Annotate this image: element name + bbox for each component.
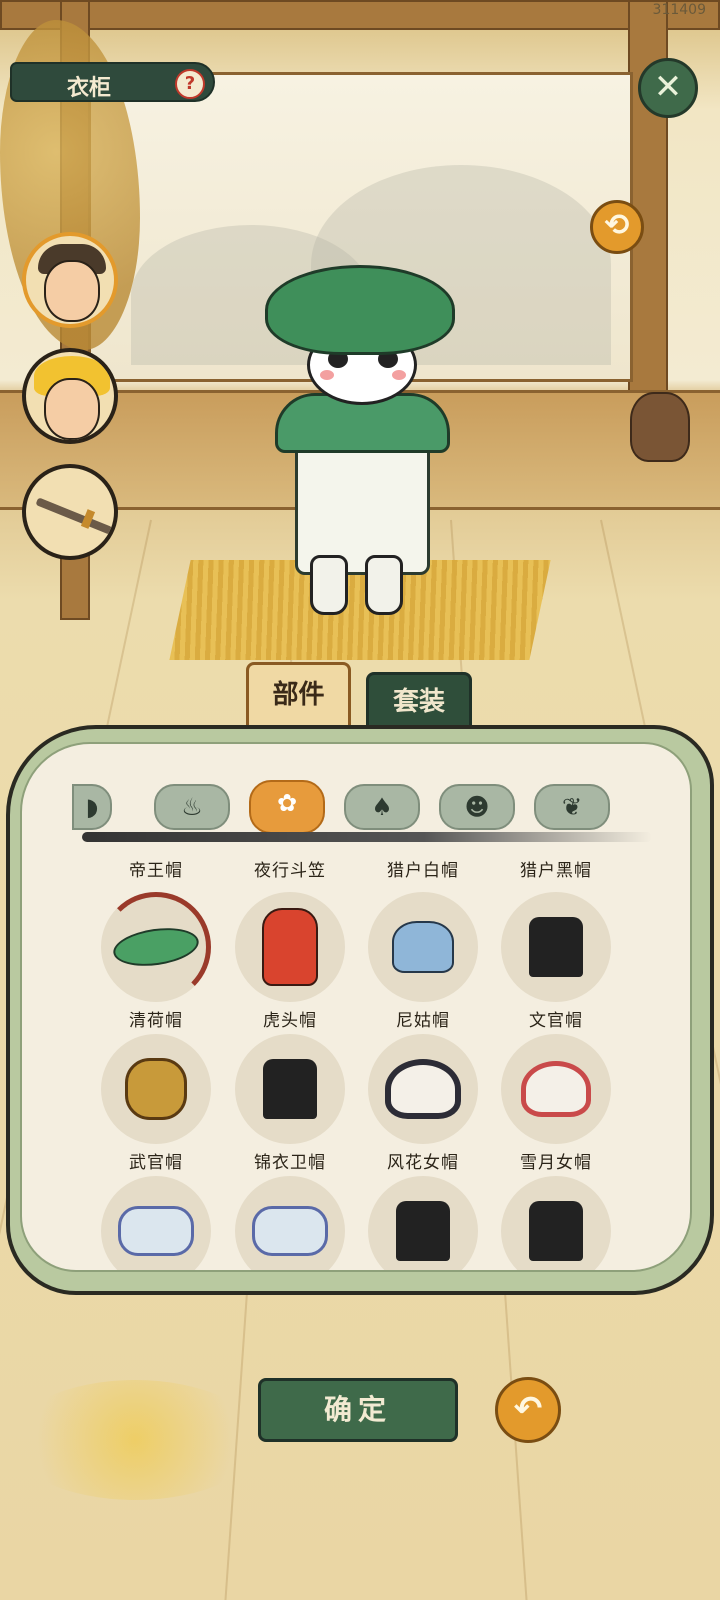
wrap-hat-icon — [252, 1206, 328, 1256]
item-grid: 清荷帽 虎头帽 尼姑帽 文官帽 武官帽 锦衣卫帽 风花女帽 雪月女帽 — [100, 892, 640, 1270]
item-slot[interactable] — [234, 1176, 346, 1270]
item-label: 虎头帽 — [263, 1011, 317, 1031]
roof-beam — [0, 0, 720, 30]
item-label: 夜行斗笠 — [254, 861, 326, 881]
wrap-hat-icon — [118, 1206, 194, 1256]
civil-official-hat-icon — [529, 917, 583, 977]
page-title: 衣柜 — [67, 75, 112, 101]
close-icon[interactable]: ✕ — [638, 58, 698, 118]
wardrobe-title-bar: 衣柜 ? — [10, 62, 215, 102]
item-circle — [101, 1034, 211, 1144]
item-slot-nigu[interactable]: 尼姑帽 — [367, 892, 479, 1031]
build-id-label: 311409 — [652, 2, 706, 18]
item-label: 猎户黑帽 — [520, 861, 592, 881]
item-slot-xueyue[interactable]: 雪月女帽 — [500, 1034, 612, 1173]
black-hat-icon — [529, 1201, 583, 1261]
item-circle — [101, 1176, 211, 1270]
weapon-select-button[interactable] — [22, 464, 118, 560]
item-slot-hutou[interactable]: 虎头帽 — [234, 892, 346, 1031]
category-bag-icon[interactable]: ♠ — [344, 784, 420, 830]
headdress-red-icon — [521, 1061, 591, 1117]
item-circle — [501, 1034, 611, 1144]
hero-face — [44, 260, 100, 322]
item-circle — [368, 892, 478, 1002]
item-circle — [235, 1034, 345, 1144]
preview-leaf-hat — [265, 265, 455, 355]
character-portrait-hero[interactable] — [22, 232, 118, 328]
item-label: 猎户白帽 — [387, 861, 459, 881]
item-label: 锦衣卫帽 — [254, 1153, 326, 1173]
item-slot-jinyiwei[interactable]: 锦衣卫帽 — [234, 1034, 346, 1173]
item-label: 雪月女帽 — [520, 1153, 592, 1173]
tab-parts[interactable]: 部件 — [246, 662, 351, 726]
category-hat-flower-icon[interactable]: ✿ — [249, 780, 325, 834]
item-circle — [368, 1034, 478, 1144]
guard-hat-icon — [263, 1059, 317, 1119]
category-partial-icon[interactable]: ◗ — [72, 784, 112, 830]
item-label: 尼姑帽 — [396, 1011, 450, 1031]
rotate-refresh-icon[interactable]: ⟲ — [590, 200, 644, 254]
item-label: 帝王帽 — [129, 861, 183, 881]
headdress-icon — [385, 1059, 461, 1119]
brush-divider — [82, 832, 652, 842]
previous-row-labels: 帝王帽 夜行斗笠 猎户白帽 猎户黑帽 — [22, 856, 690, 886]
black-hat-icon — [396, 1201, 450, 1261]
item-slot[interactable] — [367, 1176, 479, 1270]
undo-icon[interactable]: ↶ — [495, 1377, 561, 1443]
item-circle — [235, 892, 345, 1002]
confirm-button[interactable]: 确定 — [258, 1378, 458, 1442]
item-circle — [101, 892, 211, 1002]
golden-face — [44, 378, 100, 440]
item-slot[interactable] — [100, 1176, 212, 1270]
item-label: 风花女帽 — [387, 1153, 459, 1173]
item-label: 武官帽 — [129, 1153, 183, 1173]
item-label: 清荷帽 — [129, 1011, 183, 1031]
item-circle — [501, 892, 611, 1002]
wardrobe-panel: ◗ ♨ ✿ ♠ ☻ ❦ 帝王帽 夜行斗笠 猎户白帽 猎户黑帽 清荷帽 虎头帽 尼… — [20, 742, 692, 1272]
item-slot-qinghe[interactable]: 清荷帽 — [100, 892, 212, 1031]
item-circle — [235, 1176, 345, 1270]
item-circle — [501, 1176, 611, 1270]
category-leaf-icon[interactable]: ❦ — [534, 784, 610, 830]
item-slot-wuguan[interactable]: 武官帽 — [100, 1034, 212, 1173]
item-circle — [368, 1176, 478, 1270]
character-portrait-golden[interactable] — [22, 348, 118, 444]
sword-icon — [35, 497, 113, 535]
tiger-hat-icon — [262, 908, 318, 986]
item-slot-wenguan[interactable]: 文官帽 — [500, 892, 612, 1031]
preview-right-leg — [365, 555, 403, 615]
yellow-petals — [10, 1380, 260, 1500]
category-tabs: ◗ ♨ ✿ ♠ ☻ ❦ — [72, 780, 632, 834]
tab-sets[interactable]: 套装 — [366, 672, 472, 728]
leaf-hat-icon — [110, 923, 202, 971]
item-label: 文官帽 — [529, 1011, 583, 1031]
nun-hat-icon — [392, 921, 454, 973]
preview-left-leg — [310, 555, 348, 615]
military-helmet-icon — [125, 1058, 187, 1120]
category-head-icon[interactable]: ☻ — [439, 784, 515, 830]
category-robe-icon[interactable]: ♨ — [154, 784, 230, 830]
item-slot[interactable] — [500, 1176, 612, 1270]
item-slot-fenghua[interactable]: 风花女帽 — [367, 1034, 479, 1173]
character-preview[interactable] — [255, 255, 465, 635]
clay-pot — [630, 392, 690, 462]
help-icon[interactable]: ? — [175, 69, 205, 99]
